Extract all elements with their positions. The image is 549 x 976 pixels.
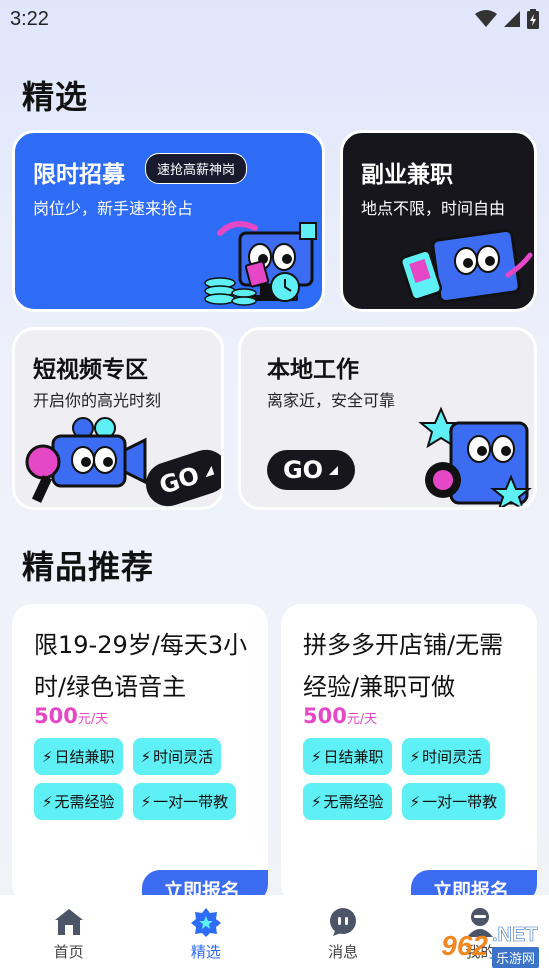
bolt-icon: ⚡ [409, 792, 421, 811]
watermark-suffix: .NET [491, 924, 538, 947]
card-subtitle: 岗位少，新手速来抢占 [33, 199, 194, 218]
bolt-icon: ⚡ [140, 792, 152, 811]
job-tags: ⚡ 日结兼职 ⚡ 时间灵活 ⚡ 无需经验 ⚡ 一对一带教 [34, 738, 264, 820]
card-title: 短视频专区 [33, 357, 148, 383]
job-tag: ⚡ 一对一带教 [401, 783, 506, 820]
badge-mascot-illustration [418, 406, 532, 507]
card-short-video[interactable]: 短视频专区 开启你的高光时刻 GO [12, 327, 224, 510]
featured-icon [190, 908, 221, 937]
job-tag: ⚡ 一对一带教 [132, 783, 237, 820]
go-button-label: GO [282, 456, 324, 484]
watermark-logo: 962 .NET 乐游网 [441, 924, 539, 968]
nav-label: 精选 [190, 943, 221, 961]
card-subtitle: 地点不限，时间自由 [361, 199, 506, 218]
nav-item-featured[interactable]: 精选 [137, 895, 274, 976]
nav-label: 消息 [328, 943, 359, 961]
battery-icon [527, 9, 539, 29]
featured-section-title: 精选 [22, 78, 89, 116]
job-card[interactable]: 拼多多开店铺/无需经验/兼职可做 500元/天 ⚡ 日结兼职 ⚡ 时间灵活 ⚡ 无需经… [281, 604, 537, 904]
bolt-icon: ⚡ [409, 747, 421, 766]
play-triangle-icon [205, 465, 215, 478]
price-unit: 元/天 [346, 712, 378, 727]
job-tag: ⚡ 时间灵活 [132, 738, 222, 775]
go-button[interactable]: GO [140, 444, 221, 507]
phone-mascot-illustration [399, 229, 533, 303]
watermark-number: 962 [441, 930, 488, 961]
watermark-site: 乐游网 [491, 947, 539, 968]
recommend-section-title: 精品推荐 [22, 548, 155, 586]
bolt-icon: ⚡ [311, 792, 322, 811]
job-price: 500元/天 [303, 704, 377, 728]
bolt-icon: ⚡ [140, 747, 152, 766]
nav-label: 首页 [53, 943, 84, 961]
bolt-icon: ⚡ [42, 747, 53, 766]
home-icon [54, 909, 83, 935]
monitor-mascot-illustration [204, 221, 317, 306]
status-bar: 3:22 [0, 0, 549, 38]
card-subtitle: 开启你的高光时刻 [33, 391, 162, 410]
job-tags: ⚡ 日结兼职 ⚡ 时间灵活 ⚡ 无需经验 ⚡ 一对一带教 [303, 738, 533, 820]
message-icon [330, 908, 357, 936]
card-limited-recruit[interactable]: 限时招募 速抢高薪神岗 岗位少，新手速来抢占 [12, 130, 325, 312]
go-button-label: GO [155, 460, 203, 500]
play-triangle-icon [329, 466, 339, 475]
camera-mascot-illustration [25, 417, 147, 503]
status-time: 3:22 [10, 8, 49, 30]
bolt-icon: ⚡ [311, 747, 322, 766]
job-title: 限19-29岁/每天3小时/绿色语音主 [34, 631, 248, 701]
card-tag-badge: 速抢高薪神岗 [145, 153, 248, 184]
nav-item-home[interactable]: 首页 [0, 895, 137, 976]
nav-item-messages[interactable]: 消息 [275, 895, 412, 976]
price-unit: 元/天 [77, 712, 109, 727]
bolt-icon: ⚡ [42, 792, 53, 811]
job-price: 500元/天 [34, 704, 108, 728]
wifi-icon [475, 10, 497, 27]
card-local-work[interactable]: 本地工作 离家近，安全可靠 GO [238, 327, 537, 510]
job-tag: ⚡ 无需经验 [34, 783, 123, 820]
card-title: 限时招募 [33, 162, 125, 188]
job-card[interactable]: 限19-29岁/每天3小时/绿色语音主 500元/天 ⚡ 日结兼职 ⚡ 时间灵活 ⚡… [12, 604, 268, 904]
job-title: 拼多多开店铺/无需经验/兼职可做 [303, 631, 504, 701]
price-value: 500 [34, 704, 78, 728]
go-button[interactable]: GO [267, 450, 355, 490]
status-icons [475, 9, 539, 29]
price-value: 500 [303, 704, 347, 728]
job-tag: ⚡ 无需经验 [303, 783, 392, 820]
card-subtitle: 离家近，安全可靠 [267, 391, 396, 410]
job-tag: ⚡ 时间灵活 [401, 738, 491, 775]
card-title: 本地工作 [267, 357, 359, 383]
signal-icon [504, 11, 520, 27]
card-side-job[interactable]: 副业兼职 地点不限，时间自由 [340, 130, 537, 312]
card-title: 副业兼职 [361, 162, 453, 188]
job-tag: ⚡ 日结兼职 [303, 738, 392, 775]
job-tag: ⚡ 日结兼职 [34, 738, 123, 775]
